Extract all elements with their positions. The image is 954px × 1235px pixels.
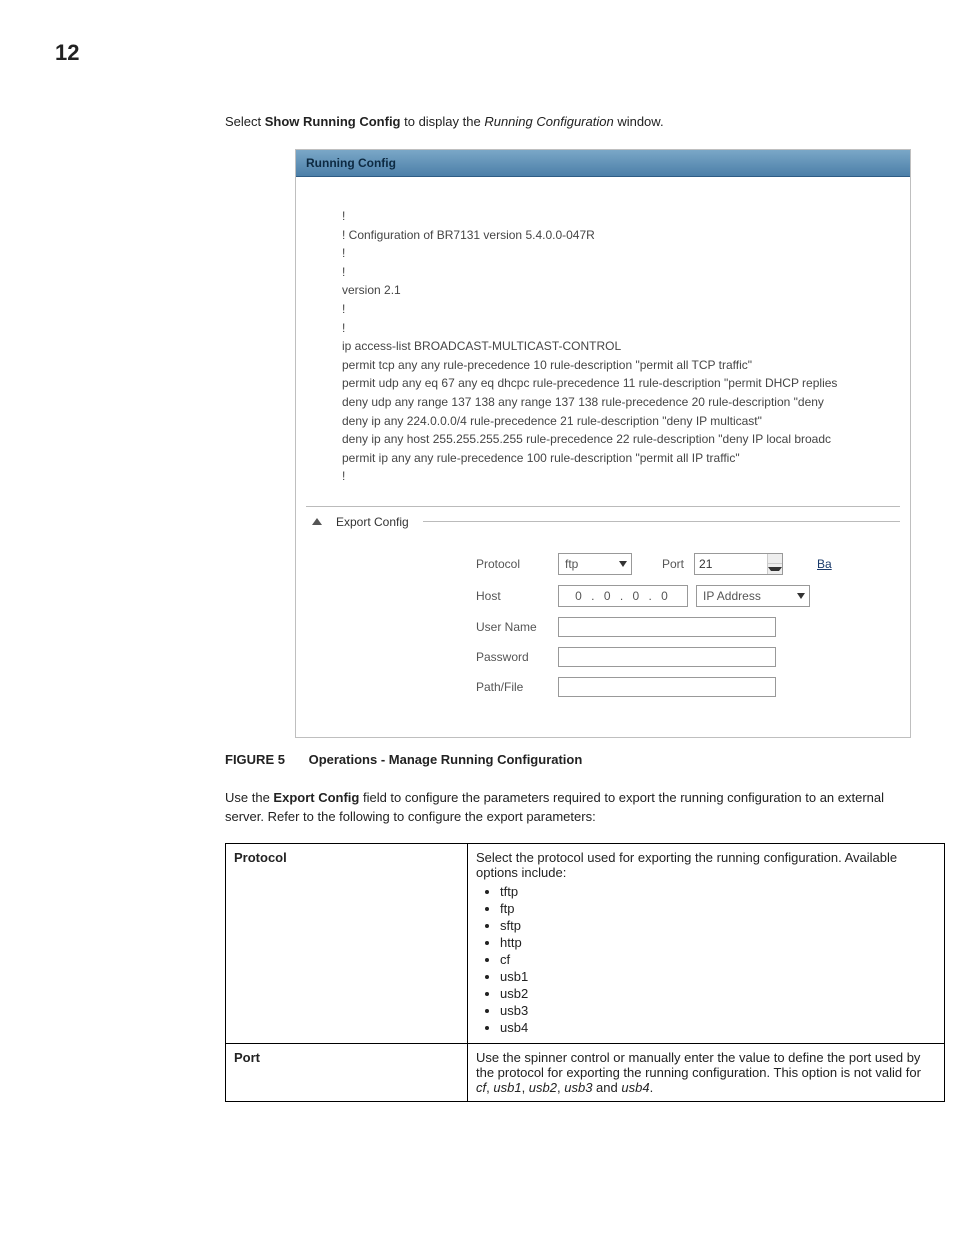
list-item: ftp [500, 901, 936, 916]
host-input[interactable]: 0 . 0 . 0 . 0 [558, 585, 688, 607]
config-line: ! [342, 467, 900, 486]
para-b: Export Config [273, 790, 359, 805]
param-desc: Use the spinner control or manually ente… [468, 1043, 945, 1101]
figure-caption: FIGURE 5 Operations - Manage Running Con… [225, 752, 899, 767]
list-item: http [500, 935, 936, 950]
port-spinner[interactable]: 21 [694, 553, 783, 575]
pd-i3: usb2 [529, 1080, 557, 1095]
port-label: Port [662, 557, 684, 571]
pd-i4: usb3 [564, 1080, 592, 1095]
protocol-select[interactable]: ftp [558, 553, 632, 575]
intro-mid: to display the [401, 114, 485, 129]
parameters-table: Protocol Select the protocol used for ex… [225, 843, 945, 1102]
export-config-header[interactable]: Export Config [306, 511, 900, 553]
spinner-down[interactable] [768, 564, 782, 574]
list-item: usb4 [500, 1020, 936, 1035]
pd-e: and [592, 1080, 621, 1095]
intro-suffix: window. [614, 114, 664, 129]
collapse-icon[interactable] [312, 518, 322, 525]
window-titlebar: Running Config [296, 150, 910, 177]
pd-a: Use the spinner control or manually ente… [476, 1050, 921, 1080]
header-rule [423, 521, 900, 522]
running-config-window: Running Config ! ! Configuration of BR71… [295, 149, 911, 738]
pathfile-row: Path/File [476, 677, 900, 697]
password-input[interactable] [558, 647, 776, 667]
username-label: User Name [476, 620, 558, 634]
config-line: ! [342, 263, 900, 282]
host-type-select[interactable]: IP Address [696, 585, 810, 607]
host-label: Host [476, 589, 558, 603]
pd-c: , [522, 1080, 529, 1095]
config-line: ! [342, 207, 900, 226]
intro-text: Select Show Running Config to display th… [225, 114, 899, 129]
config-line: deny udp any range 137 138 any range 137… [342, 393, 900, 412]
intro-bold: Show Running Config [265, 114, 401, 129]
config-line: permit tcp any any rule-precedence 10 ru… [342, 356, 900, 375]
password-label: Password [476, 650, 558, 664]
option-list: tftp ftp sftp http cf usb1 usb2 usb3 usb… [476, 884, 936, 1035]
protocol-value: ftp [565, 557, 578, 571]
pd-i1: cf [476, 1080, 486, 1095]
pd-i5: usb4 [621, 1080, 649, 1095]
list-item: usb1 [500, 969, 936, 984]
config-line: ! Configuration of BR7131 version 5.4.0.… [342, 226, 900, 245]
export-form: Protocol ftp Port 21 Ba Host 0 . 0 [476, 553, 900, 697]
figure-title: Operations - Manage Running Configuratio… [309, 752, 583, 767]
port-value[interactable]: 21 [695, 554, 768, 574]
param-desc: Select the protocol used for exporting t… [468, 843, 945, 1043]
chevron-down-icon [797, 593, 805, 599]
export-config-section: Export Config Protocol ftp Port 21 [296, 507, 910, 737]
desc-intro: Select the protocol used for exporting t… [476, 850, 897, 880]
para-a: Use the [225, 790, 273, 805]
list-item: sftp [500, 918, 936, 933]
config-line: ! [342, 300, 900, 319]
pd-f: . [650, 1080, 654, 1095]
intro-italic: Running Configuration [484, 114, 613, 129]
intro-prefix: Select [225, 114, 265, 129]
list-item: usb3 [500, 1003, 936, 1018]
config-line: permit udp any eq 67 any eq dhcpc rule-p… [342, 374, 900, 393]
username-row: User Name [476, 617, 900, 637]
host-type-value: IP Address [703, 589, 761, 603]
config-line: permit ip any any rule-precedence 100 ru… [342, 449, 900, 468]
config-line: deny ip any host 255.255.255.255 rule-pr… [342, 430, 900, 449]
figure-number: FIGURE 5 [225, 752, 285, 767]
config-line: ! [342, 244, 900, 263]
list-item: usb2 [500, 986, 936, 1001]
pathfile-label: Path/File [476, 680, 558, 694]
body-paragraph: Use the Export Config field to configure… [225, 789, 899, 827]
table-row: Protocol Select the protocol used for ex… [226, 843, 945, 1043]
username-input[interactable] [558, 617, 776, 637]
list-item: cf [500, 952, 936, 967]
host-row: Host 0 . 0 . 0 . 0 IP Address [476, 585, 900, 607]
protocol-label: Protocol [476, 557, 558, 571]
config-line: ip access-list BROADCAST-MULTICAST-CONTR… [342, 337, 900, 356]
list-item: tftp [500, 884, 936, 899]
config-line: version 2.1 [342, 281, 900, 300]
export-config-title: Export Config [336, 515, 409, 529]
spinner-up[interactable] [768, 554, 782, 565]
table-row: Port Use the spinner control or manually… [226, 1043, 945, 1101]
pathfile-input[interactable] [558, 677, 776, 697]
config-line: deny ip any 224.0.0.0/4 rule-precedence … [342, 412, 900, 431]
page-number: 12 [55, 40, 899, 66]
password-row: Password [476, 647, 900, 667]
config-line: ! [342, 319, 900, 338]
pd-i2: usb1 [493, 1080, 521, 1095]
param-key: Port [226, 1043, 468, 1101]
chevron-down-icon [619, 561, 627, 567]
protocol-row: Protocol ftp Port 21 Ba [476, 553, 900, 575]
config-textarea: ! ! Configuration of BR7131 version 5.4.… [306, 177, 900, 507]
trailing-link[interactable]: Ba [817, 557, 832, 571]
param-key: Protocol [226, 843, 468, 1043]
